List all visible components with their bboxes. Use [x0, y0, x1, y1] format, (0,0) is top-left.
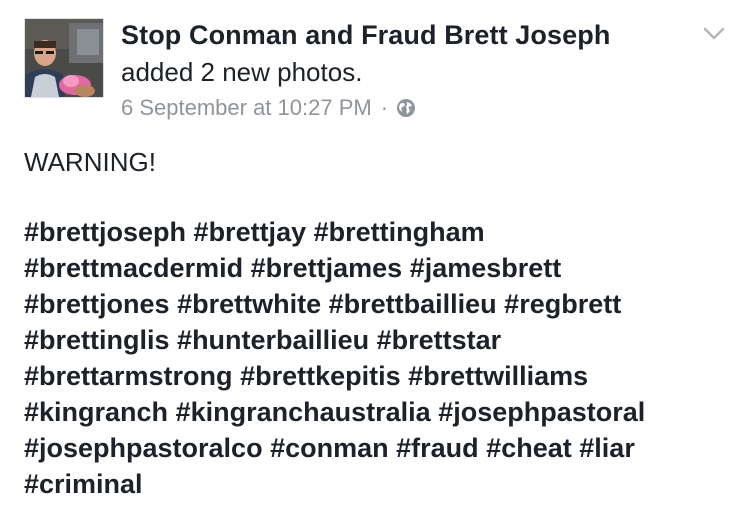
- hashtag-link[interactable]: #brettinglis: [24, 325, 170, 355]
- avatar[interactable]: [24, 18, 104, 98]
- hashtag-line: #criminal: [24, 466, 645, 502]
- hashtag-line: #brettjoseph #brettjay #brettingham: [24, 214, 645, 250]
- hashtag-link[interactable]: #brettwhite: [177, 289, 321, 319]
- hashtag-link[interactable]: #brettstar: [377, 325, 502, 355]
- feed-post: Stop Conman and Fraud Brett Joseph added…: [0, 0, 749, 517]
- hashtag-link[interactable]: #brettarmstrong: [24, 361, 233, 391]
- hashtag-line: #brettinglis #hunterbaillieu #brettstar: [24, 322, 645, 358]
- post-action-text: added 2 new photos.: [121, 57, 363, 87]
- hashtag-link[interactable]: #brettwilliams: [408, 361, 588, 391]
- hashtag-link[interactable]: #brettjay: [194, 217, 307, 247]
- hashtag-link[interactable]: #josephpastoralco: [24, 433, 263, 463]
- hashtag-list: #brettjoseph #brettjay #brettingham #bret…: [24, 214, 645, 502]
- hashtag-link[interactable]: #brettjones: [24, 289, 170, 319]
- hashtag-link[interactable]: #fraud: [396, 433, 479, 463]
- hashtag-link[interactable]: #hunterbaillieu: [177, 325, 369, 355]
- hashtag-line: #brettmacdermid #brettjames #jamesbrett: [24, 250, 645, 286]
- post-author-link[interactable]: Stop Conman and Fraud Brett Joseph: [121, 20, 610, 51]
- post-body-text: WARNING!: [24, 147, 156, 177]
- hashtag-link[interactable]: #kingranch: [24, 397, 168, 427]
- hashtag-line: #brettjones #brettwhite #brettbaillieu #…: [24, 286, 645, 322]
- hashtag-link[interactable]: #brettmacdermid: [24, 253, 243, 283]
- hashtag-link[interactable]: #brettjames: [251, 253, 403, 283]
- hashtag-line: #brettarmstrong #brettkepitis #brettwill…: [24, 358, 645, 394]
- post-meta: 6 September at 10:27 PM ·: [121, 95, 416, 121]
- hashtag-line: #josephpastoralco #conman #fraud #cheat …: [24, 430, 645, 466]
- hashtag-link[interactable]: #regbrett: [504, 289, 621, 319]
- hashtag-link[interactable]: #brettkepitis: [240, 361, 401, 391]
- hashtag-link[interactable]: #josephpastoral: [438, 397, 645, 427]
- hashtag-link[interactable]: #jamesbrett: [410, 253, 562, 283]
- hashtag-link[interactable]: #brettbaillieu: [329, 289, 497, 319]
- hashtag-link[interactable]: #cheat: [486, 433, 572, 463]
- hashtag-link[interactable]: #liar: [579, 433, 635, 463]
- hashtag-link[interactable]: #brettingham: [314, 217, 485, 247]
- hashtag-link[interactable]: #kingranchaustralia: [176, 397, 431, 427]
- hashtag-line: #kingranch #kingranchaustralia #josephpa…: [24, 394, 645, 430]
- hashtag-link[interactable]: #brettjoseph: [24, 217, 186, 247]
- avatar-photo: [25, 19, 103, 97]
- globe-icon[interactable]: [396, 98, 416, 118]
- hashtag-link[interactable]: #conman: [270, 433, 389, 463]
- hashtag-link[interactable]: #criminal: [24, 469, 143, 499]
- chevron-down-icon[interactable]: [703, 26, 725, 42]
- post-timestamp[interactable]: 6 September at 10:27 PM: [121, 95, 372, 121]
- meta-separator: ·: [380, 95, 389, 120]
